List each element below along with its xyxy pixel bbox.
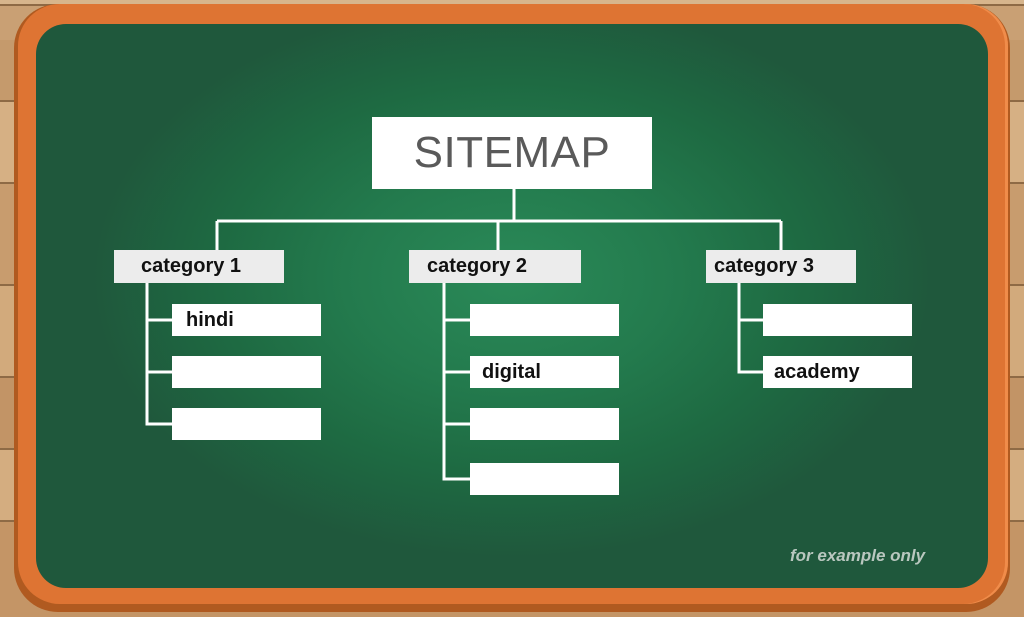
page-node <box>763 304 912 336</box>
category-2-trunk <box>442 282 470 481</box>
page-node <box>470 463 619 495</box>
page-node <box>172 408 321 440</box>
category-node: category 2 <box>409 250 581 283</box>
page-node <box>470 304 619 336</box>
page-node: hindi <box>172 304 321 336</box>
category-node: category 3 <box>706 250 856 283</box>
category-node: category 1 <box>114 250 284 283</box>
page-node: academy <box>763 356 912 388</box>
page-node <box>470 408 619 440</box>
footnote: for example only <box>790 546 926 565</box>
category-3-trunk <box>737 282 763 374</box>
sitemap-title-node: SITEMAP <box>372 117 652 189</box>
category-1-trunk <box>145 282 172 426</box>
page-node: digital <box>470 356 619 388</box>
page-node <box>172 356 321 388</box>
